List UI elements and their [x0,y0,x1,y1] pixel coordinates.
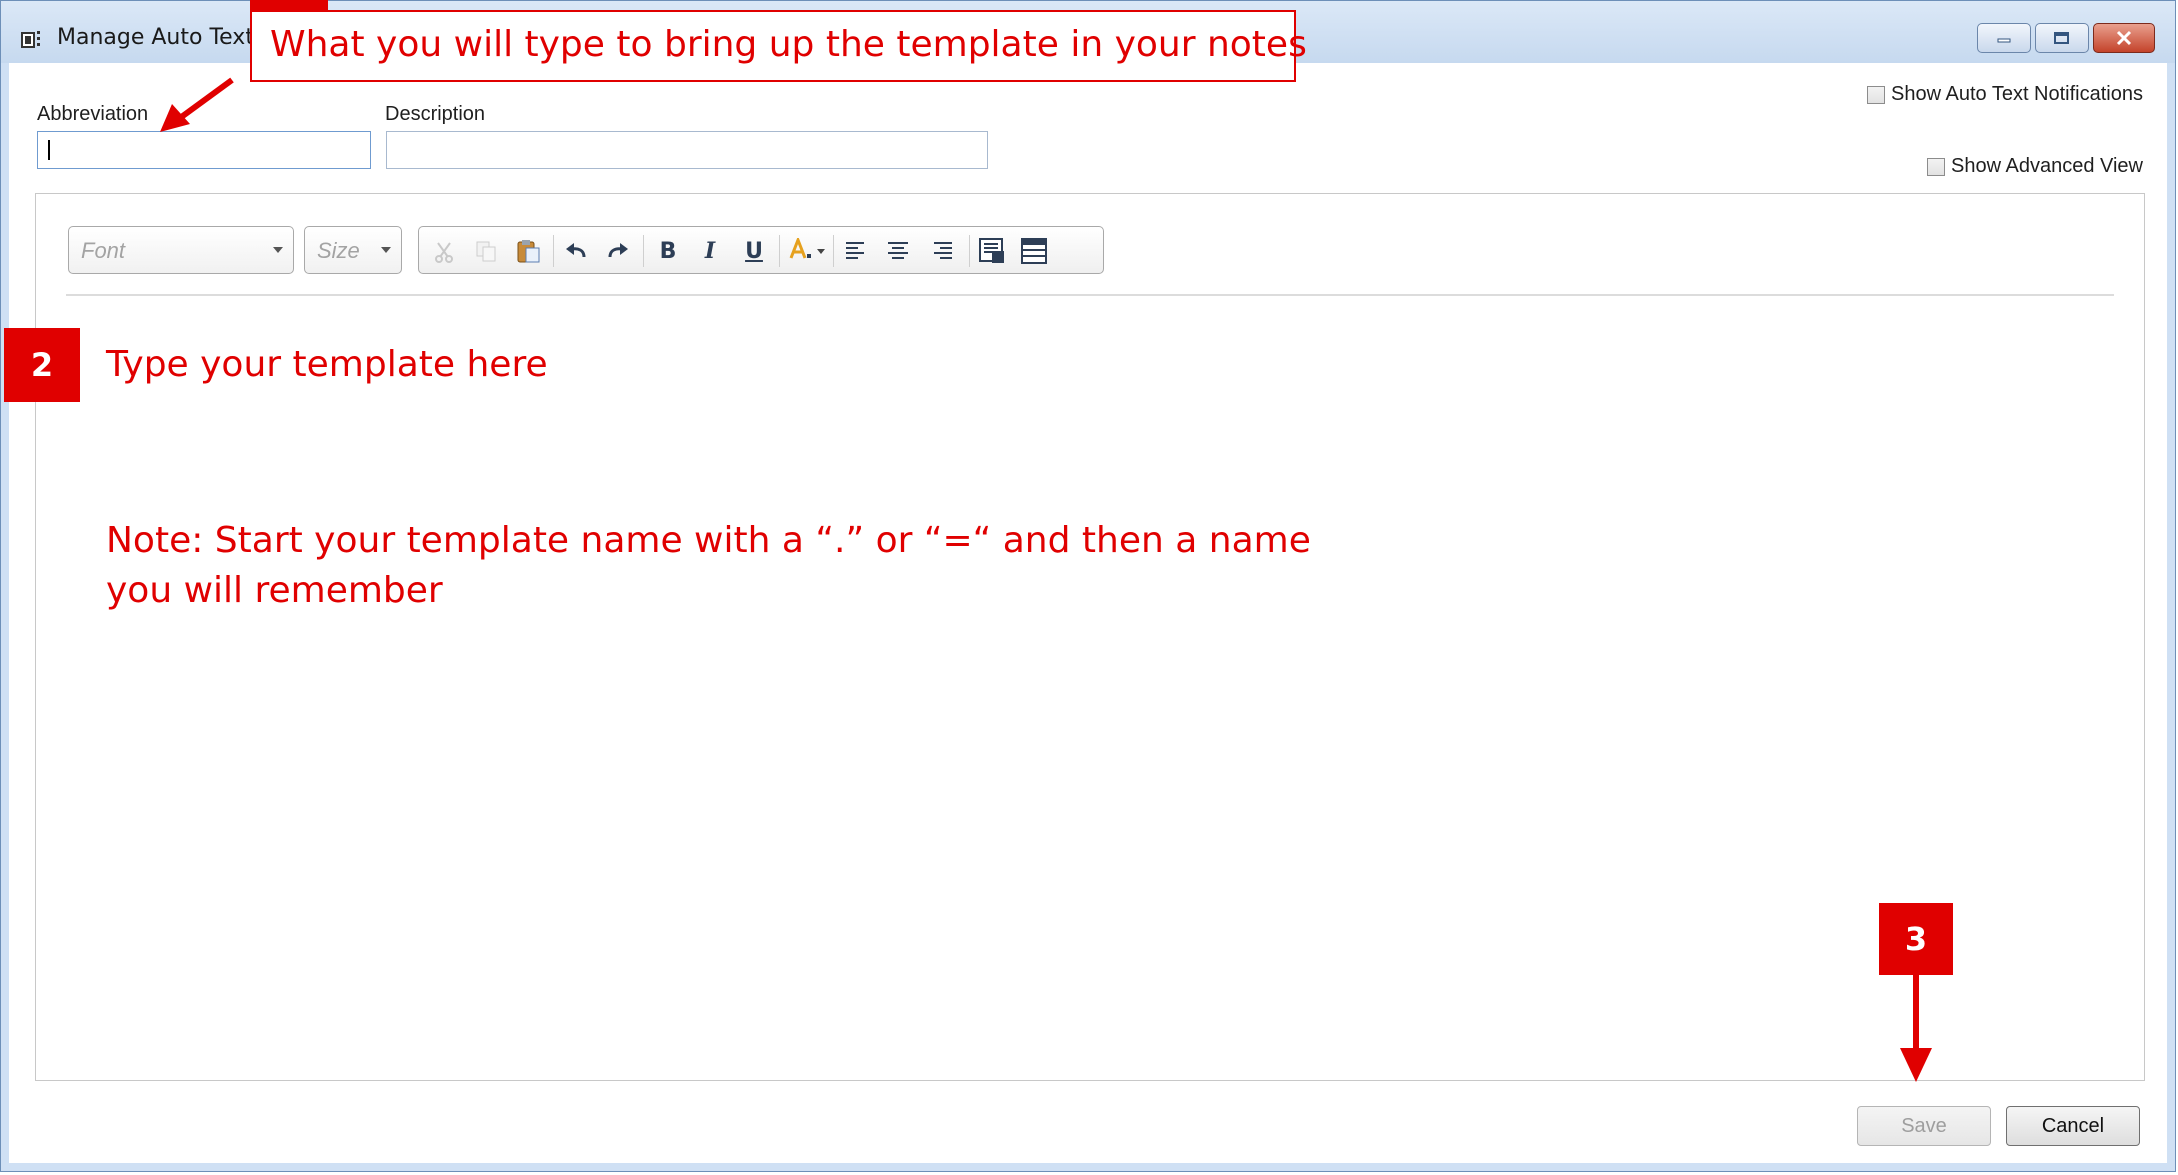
underline-icon: U [745,238,763,264]
show-notifications-label: Show Auto Text Notifications [1891,83,2143,105]
maximize-button[interactable] [2035,23,2089,53]
show-notifications-option[interactable]: Show Auto Text Notifications [1867,83,2143,106]
align-left-icon [846,242,864,259]
abbreviation-input[interactable] [37,131,371,169]
undo-button[interactable] [559,235,593,267]
save-button-label: Save [1901,1114,1947,1137]
show-advanced-option[interactable]: Show Advanced View [1927,155,2143,178]
save-button[interactable]: Save [1857,1106,1991,1146]
copy-icon [476,241,496,262]
align-center-icon [888,242,908,259]
paste-button[interactable] [511,235,545,267]
align-left-button[interactable] [839,235,873,267]
step-badge-3: 3 [1879,903,1953,975]
description-label: Description [385,103,486,125]
toolbar-separator [553,235,554,267]
maximize-icon [2054,32,2069,44]
insert-table-button[interactable] [1017,235,1051,267]
window-controls [1977,23,2155,53]
note-line-1: Note: Start your template name with a “.… [106,520,1311,561]
show-advanced-label: Show Advanced View [1951,155,2143,177]
step-badge-3-number: 3 [1904,920,1928,958]
step-badge-2: 2 [4,328,80,402]
align-right-button[interactable] [925,235,959,267]
cancel-button-label: Cancel [2041,1114,2105,1137]
close-button[interactable] [2093,23,2155,53]
show-notifications-checkbox[interactable] [1867,85,1885,104]
minimize-button[interactable] [1977,23,2031,53]
minimize-icon [1997,38,2011,43]
font-select-value: Font [81,238,126,263]
chevron-down-icon [273,247,283,253]
bold-button[interactable]: B [651,235,685,267]
step-badge-2-number: 2 [30,346,54,384]
italic-button[interactable]: I [693,235,727,267]
copy-button[interactable] [469,235,503,267]
window-title: Manage Auto Text [57,25,254,50]
redo-button[interactable] [601,235,635,267]
font-color-button[interactable] [785,235,829,267]
app-icon [21,31,40,48]
font-color-icon [789,238,825,259]
size-select-value: Size [317,238,360,263]
bold-icon: B [659,238,677,264]
undo-icon [566,243,586,258]
formatting-toolbar: B I U [418,226,1104,274]
callout-text-2: Type your template here [106,344,548,385]
toolbar-separator [969,235,970,267]
toolbar-divider [66,294,2114,296]
toolbar-separator [833,235,834,267]
redo-icon [608,243,628,258]
italic-icon: I [704,238,716,264]
callout-text-1: What you will type to bring up the templ… [270,24,1307,65]
paste-icon [517,240,540,263]
align-right-icon [934,242,952,259]
abbreviation-label: Abbreviation [37,103,149,125]
close-icon [2116,30,2132,46]
description-input[interactable] [386,131,988,169]
template-editor[interactable]: Font Size B I U [35,193,2145,1081]
toolbar-separator [643,235,644,267]
note-line-2: you will remember [106,570,443,611]
dialog-body: Abbreviation Description Show Auto Text … [9,63,2167,1163]
insert-template-icon [979,238,1004,263]
text-caret [48,140,50,160]
cut-icon [435,242,453,263]
font-select[interactable]: Font [68,226,294,274]
size-select[interactable]: Size [304,226,402,274]
arrow-icon [160,77,234,132]
arrow-icon [1900,974,1932,1082]
underline-button[interactable]: U [737,235,771,267]
show-advanced-checkbox[interactable] [1927,157,1946,176]
insert-table-icon [1021,238,1047,264]
cancel-button[interactable]: Cancel [2006,1106,2140,1146]
cut-button[interactable] [427,235,461,267]
insert-template-button[interactable] [975,235,1009,267]
annotation-marker-1 [250,0,328,10]
toolbar-separator [779,235,780,267]
chevron-down-icon [381,247,391,253]
align-center-button[interactable] [881,235,915,267]
